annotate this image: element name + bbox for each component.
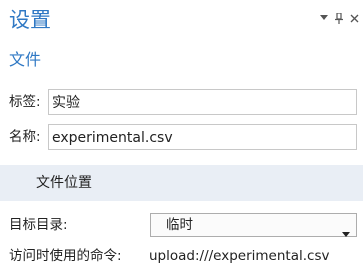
chevron-down-icon[interactable]: [319, 12, 329, 24]
close-icon[interactable]: [349, 12, 359, 24]
panel-title: 设置: [9, 8, 51, 32]
target-directory-label: 目标目录:: [9, 217, 68, 233]
section-title: 文件位置: [36, 175, 92, 191]
file-location-section-header[interactable]: 文件位置: [0, 165, 363, 201]
tag-input[interactable]: 实验: [48, 89, 357, 115]
access-command-label: 访问时使用的命令:: [9, 248, 122, 264]
name-label: 名称:: [9, 129, 41, 145]
window-controls: [319, 12, 359, 24]
settings-panel: 设置 文件 标签: 实验 名称: experimental.csv 文件位置 目…: [0, 0, 363, 272]
panel-header: 设置: [9, 6, 359, 34]
target-directory-value: 临时: [166, 217, 193, 233]
name-input[interactable]: experimental.csv: [48, 124, 357, 150]
panel-subtitle: 文件: [9, 50, 42, 69]
target-directory-select[interactable]: 临时: [150, 213, 357, 237]
tag-label: 标签:: [9, 94, 41, 110]
dropdown-arrow-icon: [342, 222, 350, 241]
access-command-value: upload:///experimental.csv: [149, 248, 330, 264]
pin-icon[interactable]: [334, 12, 344, 24]
